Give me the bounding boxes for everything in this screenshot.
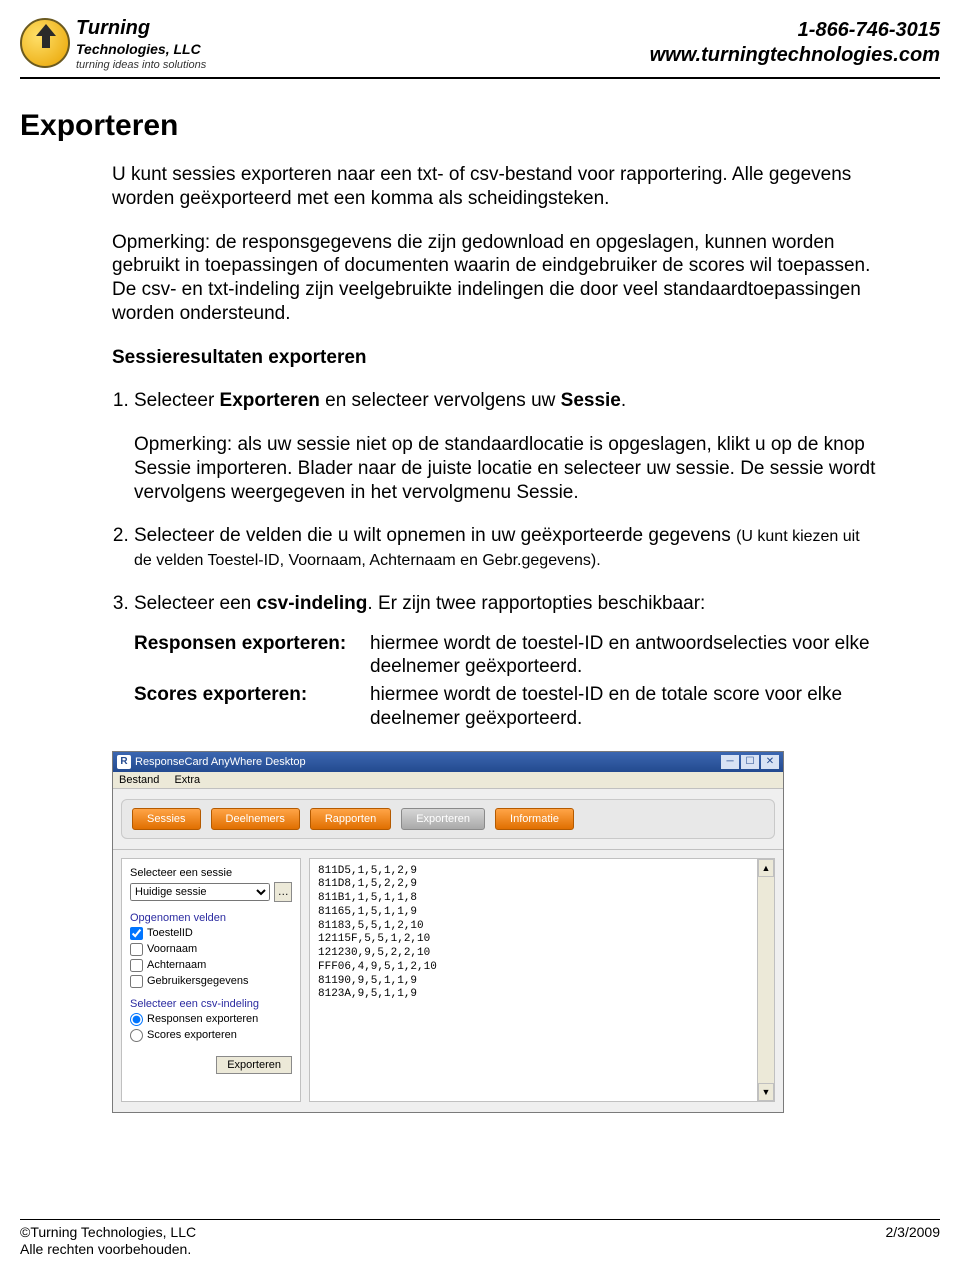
checkbox-gebruikers-row[interactable]: Gebruikersgegevens: [130, 975, 292, 988]
tab-deelnemers[interactable]: Deelnemers: [211, 808, 300, 830]
step1-text-a: Selecteer: [134, 390, 220, 411]
app-icon: R: [117, 755, 131, 769]
page-footer: ©Turning Technologies, LLC Alle rechten …: [20, 1219, 940, 1258]
label-csv-format: Selecteer een csv-indeling: [130, 998, 292, 1010]
footer-date: 2/3/2009: [886, 1224, 941, 1258]
step-3: Selecteer een csv-indeling. Er zijn twee…: [134, 592, 880, 731]
checkbox-gebruikers[interactable]: [130, 975, 143, 988]
radio-scores-label: Scores exporteren: [147, 1029, 237, 1041]
step1-text-c: .: [621, 390, 626, 411]
checkbox-gebruikers-label: Gebruikersgegevens: [147, 975, 249, 987]
scrollbar[interactable]: ▲ ▼: [757, 859, 774, 1101]
browse-session-button[interactable]: …: [274, 882, 292, 902]
checkbox-voornaam-label: Voornaam: [147, 943, 197, 955]
title-bar: R ResponseCard AnyWhere Desktop ─ ☐ ✕: [113, 752, 783, 772]
subheading: Sessieresultaten exporteren: [112, 346, 880, 370]
checkbox-toestelid-row[interactable]: ToestelID: [130, 927, 292, 940]
tab-sessies[interactable]: Sessies: [132, 808, 201, 830]
app-window: R ResponseCard AnyWhere Desktop ─ ☐ ✕ Be…: [112, 751, 784, 1113]
def-label-scores: Scores exporteren:: [134, 683, 364, 731]
radio-scores[interactable]: [130, 1029, 143, 1042]
checkbox-achternaam-label: Achternaam: [147, 959, 206, 971]
steps-list: Selecteer Exporteren en selecteer vervol…: [112, 389, 880, 730]
footer-copyright: ©Turning Technologies, LLC: [20, 1224, 196, 1241]
definition-table: Responsen exporteren: hiermee wordt de t…: [134, 632, 880, 731]
menu-extra[interactable]: Extra: [174, 774, 200, 786]
radio-scores-row[interactable]: Scores exporteren: [130, 1029, 292, 1042]
contact-phone: 1-866-746-3015: [650, 18, 940, 43]
brand-line1: Turning: [76, 17, 150, 39]
logo-badge-icon: [20, 18, 70, 68]
intro-paragraph-2: Opmerking: de responsgegevens die zijn g…: [112, 231, 880, 326]
step3-text-b: . Er zijn twee rapportopties beschikbaar…: [367, 593, 705, 614]
label-select-session: Selecteer een sessie: [130, 867, 292, 879]
checkbox-achternaam[interactable]: [130, 959, 143, 972]
menu-bestand[interactable]: Bestand: [119, 774, 159, 786]
export-button[interactable]: Exporteren: [216, 1056, 292, 1074]
scroll-up-icon[interactable]: ▲: [758, 859, 774, 877]
page-title: Exporteren: [20, 109, 940, 143]
step2-text: Selecteer de velden die u wilt opnemen i…: [134, 525, 736, 546]
def-text-responses: hiermee wordt de toestel-ID en antwoords…: [370, 632, 880, 680]
intro-paragraph-1: U kunt sessies exporteren naar een txt- …: [112, 163, 880, 211]
export-options-panel: Selecteer een sessie Huidige sessie … Op…: [121, 858, 301, 1102]
step3-text-a: Selecteer een: [134, 593, 257, 614]
radio-responsen-label: Responsen exporteren: [147, 1013, 258, 1025]
def-label-responses: Responsen exporteren:: [134, 632, 364, 680]
footer-rights: Alle rechten voorbehouden.: [20, 1241, 196, 1258]
brand-name: Turning Technologies, LLC: [76, 18, 206, 58]
step1-text-b: en selecteer vervolgens uw: [320, 390, 561, 411]
main-tabs: Sessies Deelnemers Rapporten Exporteren …: [121, 799, 775, 839]
def-text-scores: hiermee wordt de toestel-ID en de totale…: [370, 683, 880, 731]
minimize-button[interactable]: ─: [721, 755, 739, 769]
page-header: Turning Technologies, LLC turning ideas …: [20, 18, 940, 79]
step1-bold-2: Sessie: [561, 390, 621, 411]
brand-tagline: turning ideas into solutions: [76, 60, 206, 71]
output-panel: 811D5,1,5,1,2,9 811D8,1,5,2,2,9 811B1,1,…: [309, 858, 775, 1102]
brand-logo: Turning Technologies, LLC turning ideas …: [20, 18, 206, 71]
maximize-button[interactable]: ☐: [741, 755, 759, 769]
window-title: ResponseCard AnyWhere Desktop: [135, 756, 306, 768]
header-contact: 1-866-746-3015 www.turningtechnologies.c…: [650, 18, 940, 68]
checkbox-achternaam-row[interactable]: Achternaam: [130, 959, 292, 972]
contact-url: www.turningtechnologies.com: [650, 43, 940, 68]
brand-line2: Technologies, LLC: [76, 41, 201, 57]
tab-rapporten[interactable]: Rapporten: [310, 808, 391, 830]
checkbox-toestelid-label: ToestelID: [147, 927, 193, 939]
radio-responsen[interactable]: [130, 1013, 143, 1026]
step-1: Selecteer Exporteren en selecteer vervol…: [134, 389, 880, 504]
tab-exporteren[interactable]: Exporteren: [401, 808, 485, 830]
label-included-fields: Opgenomen velden: [130, 912, 292, 924]
checkbox-toestelid[interactable]: [130, 927, 143, 940]
tab-informatie[interactable]: Informatie: [495, 808, 574, 830]
step3-bold: csv-indeling: [257, 593, 368, 614]
close-button[interactable]: ✕: [761, 755, 779, 769]
step-2: Selecteer de velden die u wilt opnemen i…: [134, 524, 880, 572]
output-text: 811D5,1,5,1,2,9 811D8,1,5,2,2,9 811B1,1,…: [310, 859, 774, 1101]
checkbox-voornaam[interactable]: [130, 943, 143, 956]
step1-bold-1: Exporteren: [220, 390, 320, 411]
scroll-down-icon[interactable]: ▼: [758, 1083, 774, 1101]
session-select[interactable]: Huidige sessie: [130, 883, 270, 901]
step1-note: Opmerking: als uw sessie niet op de stan…: [134, 433, 880, 504]
checkbox-voornaam-row[interactable]: Voornaam: [130, 943, 292, 956]
menu-bar: Bestand Extra: [113, 772, 783, 789]
radio-responsen-row[interactable]: Responsen exporteren: [130, 1013, 292, 1026]
